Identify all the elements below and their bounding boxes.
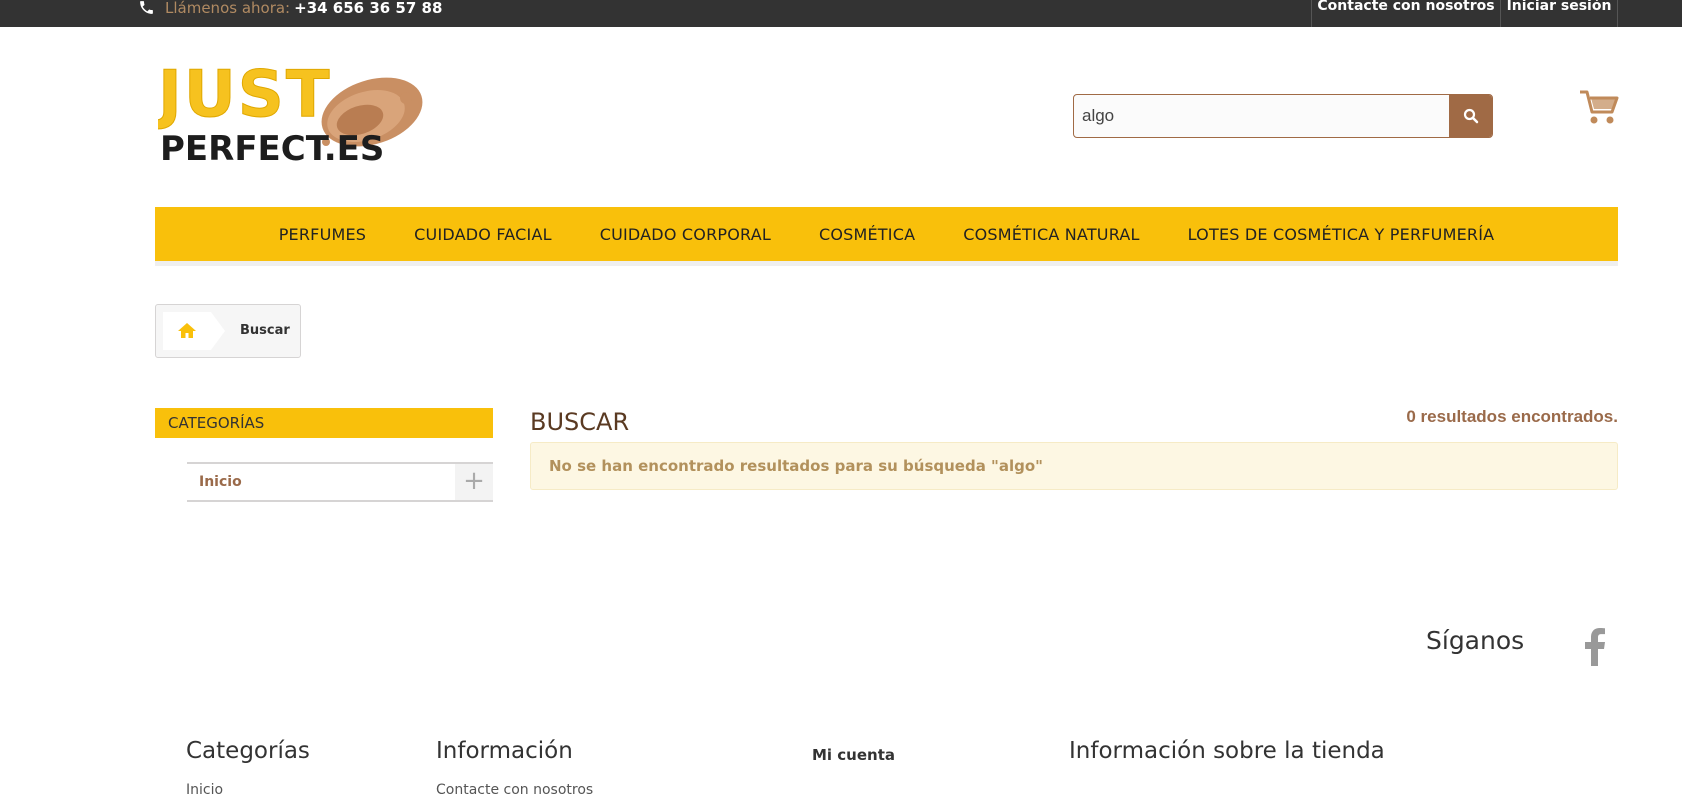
nav-item-lotes[interactable]: LOTES DE COSMÉTICA Y PERFUMERÍA [1188,225,1495,244]
main-navigation: PERFUMES CUIDADO FACIAL CUIDADO CORPORAL… [155,207,1618,266]
search-input[interactable] [1074,95,1450,137]
nav-item-cuidado-facial[interactable]: CUIDADO FACIAL [414,225,552,244]
footer-store-info-title: Información sobre la tienda [1069,738,1385,764]
category-link-inicio[interactable]: Inicio [199,464,242,500]
expand-plus-icon[interactable]: + [455,464,493,500]
contact-us-link[interactable]: Contacte con nosotros [1311,0,1500,27]
phone-icon [138,0,155,16]
footer-information-link[interactable]: Contacte con nosotros [436,782,593,798]
svg-text:JUST: JUST [158,60,332,132]
no-results-alert: No se han encontrado resultados para su … [530,442,1618,490]
footer-categories-title: Categorías [186,738,310,764]
search-icon [1463,108,1479,124]
breadcrumb-separator [211,312,225,350]
categories-title: CATEGORÍAS [155,408,493,438]
footer-information-title: Información [436,738,573,764]
home-icon [178,323,196,338]
breadcrumb-current: Buscar [240,323,290,338]
facebook-icon[interactable] [1580,628,1608,666]
cart-icon[interactable] [1578,88,1620,126]
nav-item-cuidado-corporal[interactable]: CUIDADO CORPORAL [600,225,771,244]
top-bar: Llámenos ahora: +34 656 36 57 88 Contact… [0,0,1682,27]
login-link[interactable]: Iniciar sesión [1500,0,1618,27]
page-title: BUSCAR [530,408,630,436]
search-form [1073,94,1493,138]
breadcrumb: Buscar [155,304,301,358]
search-button[interactable] [1449,95,1492,137]
footer-account-title[interactable]: Mi cuenta [812,746,895,764]
svg-text:PERFECT.ES: PERFECT.ES [160,129,384,166]
login-label: Iniciar sesión [1506,0,1612,14]
no-results-message: No se han encontrado resultados para su … [549,457,1043,475]
follow-us-title: Síganos [1426,626,1525,655]
store-logo[interactable]: JUST PERFECT.ES [154,58,430,169]
call-us-label: Llámenos ahora: [165,0,291,17]
category-item-inicio: Inicio + [187,462,493,502]
call-us-block: Llámenos ahora: +34 656 36 57 88 [138,0,442,21]
phone-number: +34 656 36 57 88 [294,0,443,17]
footer-category-link[interactable]: Inicio [186,782,223,798]
results-count: 0 resultados encontrados. [1406,407,1618,426]
nav-item-perfumes[interactable]: PERFUMES [279,225,366,244]
nav-item-cosmetica[interactable]: COSMÉTICA [819,225,915,244]
nav-item-cosmetica-natural[interactable]: COSMÉTICA NATURAL [963,225,1139,244]
contact-us-label: Contacte con nosotros [1317,0,1495,14]
breadcrumb-home[interactable] [163,312,211,350]
